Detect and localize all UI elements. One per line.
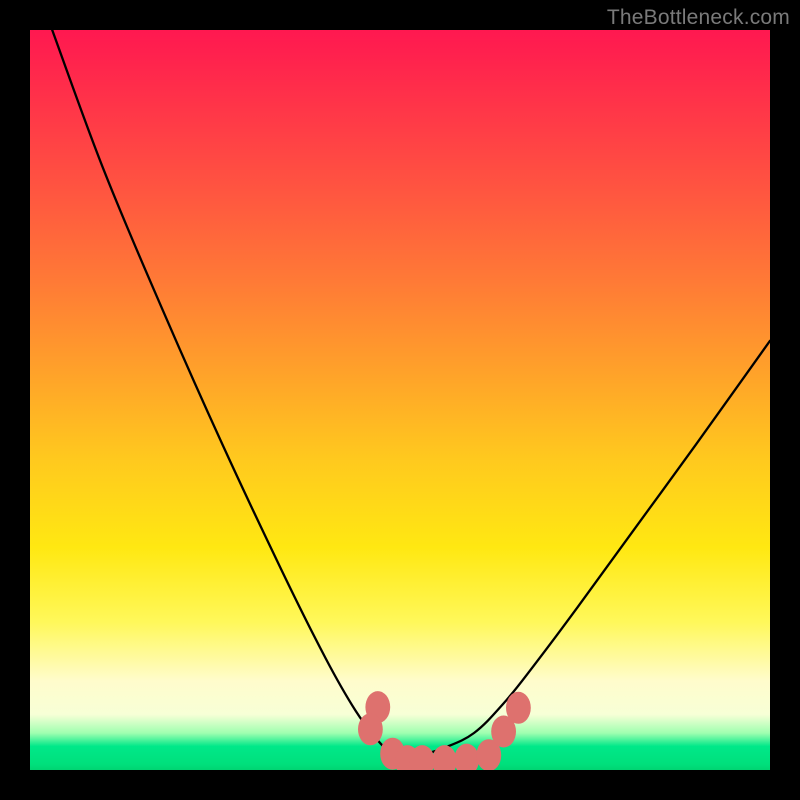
bottleneck-curve: [52, 30, 770, 764]
watermark-text: TheBottleneck.com: [607, 6, 790, 30]
trough-marker: [454, 744, 479, 770]
trough-marker: [432, 745, 457, 770]
curve-layer: [30, 30, 770, 770]
trough-marker: [506, 692, 531, 724]
trough-marker: [358, 713, 383, 745]
plot-area: [30, 30, 770, 770]
chart-frame: TheBottleneck.com: [0, 0, 800, 800]
